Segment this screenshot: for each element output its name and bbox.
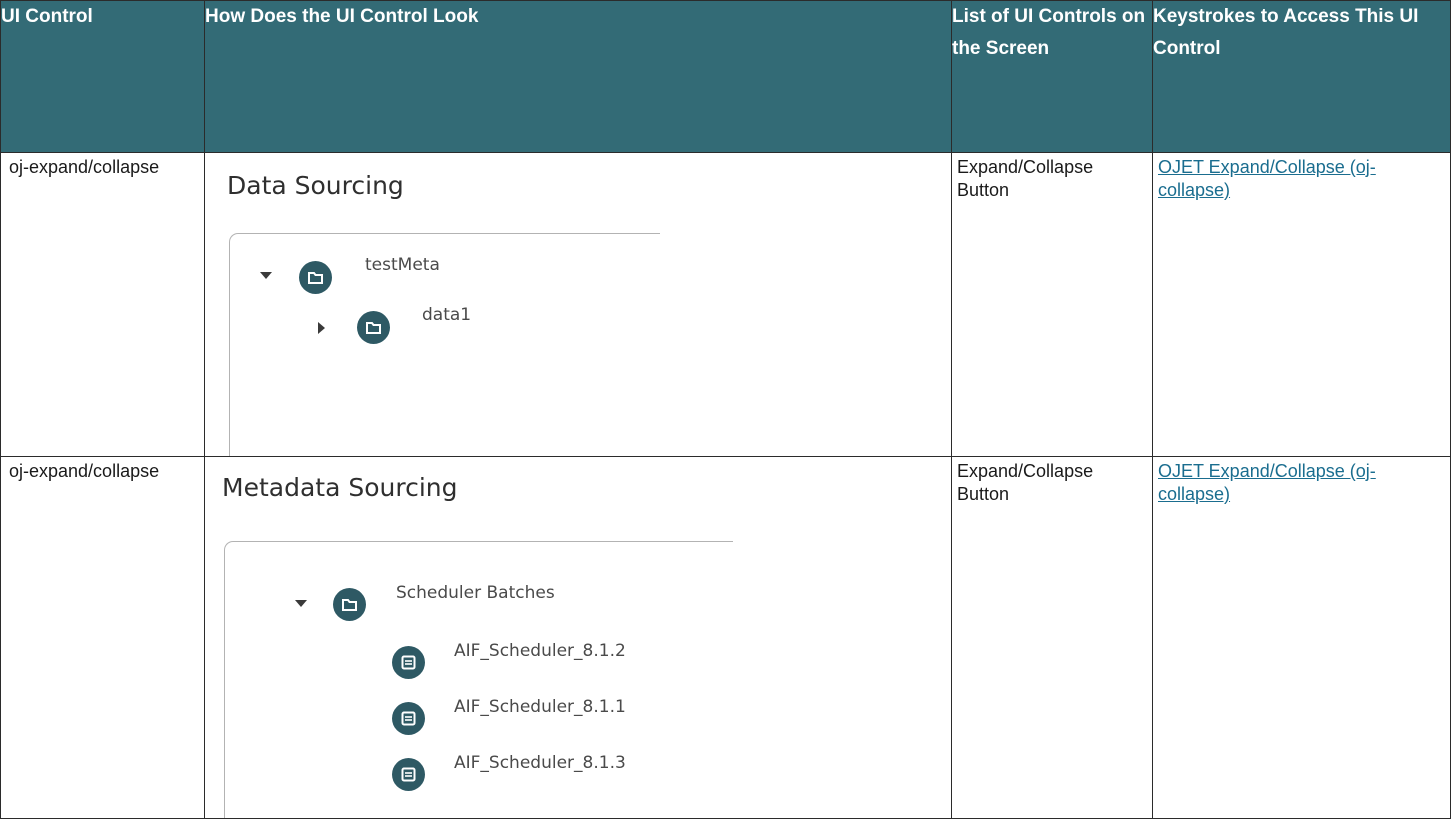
ojet-collapse-link[interactable]: OJET Expand/Collapse (oj-collapse) [1158, 157, 1376, 200]
header-controls-list: List of UI Controls on the Screen [951, 0, 1153, 153]
expand-arrow-icon[interactable] [295, 600, 307, 607]
tree-node-label[interactable]: AIF_Scheduler_8.1.1 [454, 697, 626, 717]
folder-icon [357, 311, 390, 344]
tree-node-label[interactable]: testMeta [365, 255, 440, 275]
folder-icon [299, 261, 332, 294]
ojet-collapse-link[interactable]: OJET Expand/Collapse (oj-collapse) [1158, 461, 1376, 504]
cell-controls-list: Expand/Collapse Button [951, 456, 1153, 819]
cell-controls-list: Expand/Collapse Button [951, 152, 1153, 457]
cell-ui-control: oj-expand/collapse [0, 152, 205, 457]
table-row: oj-expand/collapse Data Sourcing testMet… [0, 152, 1451, 457]
table-header-row: UI Control How Does the UI Control Look … [0, 0, 1451, 153]
data-sourcing-screenshot: Data Sourcing testMeta data1 [205, 153, 951, 456]
panel-heading: Data Sourcing [227, 171, 404, 200]
tree-panel [229, 233, 660, 456]
document-icon [392, 758, 425, 791]
document-icon [392, 702, 425, 735]
cell-illustration: Data Sourcing testMeta data1 [204, 152, 952, 457]
tree-node-label[interactable]: AIF_Scheduler_8.1.2 [454, 641, 626, 661]
ui-controls-table: UI Control How Does the UI Control Look … [0, 0, 1451, 819]
header-keystrokes: Keystrokes to Access This UI Control [1152, 0, 1451, 153]
cell-keystrokes: OJET Expand/Collapse (oj-collapse) [1152, 152, 1451, 457]
tree-node-label[interactable]: data1 [422, 305, 471, 325]
cell-illustration: Metadata Sourcing Scheduler Batches AIF_… [204, 456, 952, 819]
header-how-it-looks: How Does the UI Control Look [204, 0, 952, 153]
table-row: oj-expand/collapse Metadata Sourcing Sch… [0, 456, 1451, 819]
tree-node-label[interactable]: AIF_Scheduler_8.1.3 [454, 753, 626, 773]
metadata-sourcing-screenshot: Metadata Sourcing Scheduler Batches AIF_… [205, 457, 951, 818]
expand-arrow-icon[interactable] [260, 272, 272, 279]
header-ui-control: UI Control [0, 0, 205, 153]
panel-heading: Metadata Sourcing [222, 473, 458, 502]
folder-icon [333, 588, 366, 621]
collapsed-arrow-icon[interactable] [318, 322, 325, 334]
cell-keystrokes: OJET Expand/Collapse (oj-collapse) [1152, 456, 1451, 819]
tree-node-label[interactable]: Scheduler Batches [396, 583, 555, 603]
document-icon [392, 646, 425, 679]
cell-ui-control: oj-expand/collapse [0, 456, 205, 819]
